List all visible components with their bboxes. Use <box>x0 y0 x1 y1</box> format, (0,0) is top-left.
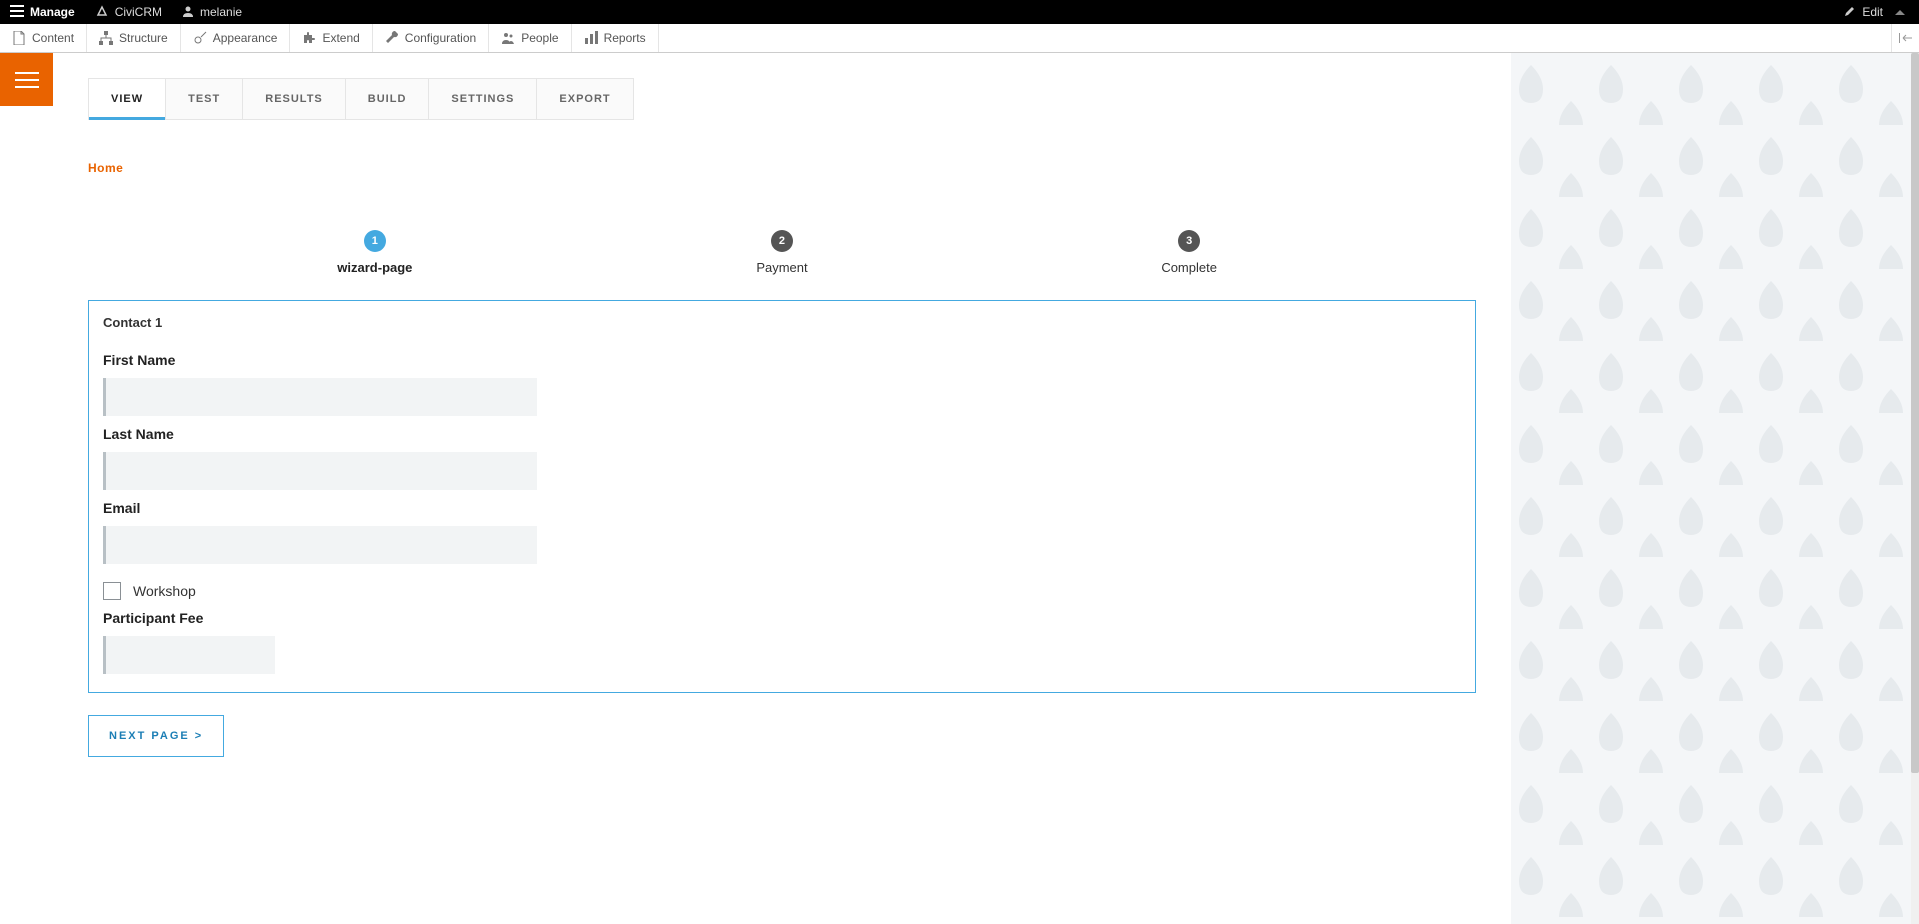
main-viewport: VIEW TEST RESULTS BUILD SETTINGS EXPORT … <box>0 53 1911 924</box>
first-name-input[interactable] <box>103 378 537 416</box>
civicrm-label: CiviCRM <box>115 5 162 19</box>
civicrm-icon <box>95 4 109 21</box>
page-tabs: VIEW TEST RESULTS BUILD SETTINGS EXPORT <box>88 78 634 120</box>
last-name-label: Last Name <box>103 426 1461 442</box>
people-icon <box>501 31 515 45</box>
sitemap-icon <box>99 31 113 45</box>
scrollbar-thumb[interactable] <box>1911 53 1919 773</box>
admin-people[interactable]: People <box>489 24 571 52</box>
wizard-step-2[interactable]: 2 Payment <box>578 230 985 275</box>
tab-view[interactable]: VIEW <box>89 79 166 119</box>
user-label: melanie <box>200 5 242 19</box>
puzzle-icon <box>302 31 316 45</box>
tab-export[interactable]: EXPORT <box>537 79 632 119</box>
civicrm-link[interactable]: CiviCRM <box>85 0 172 24</box>
admin-structure-label: Structure <box>119 31 168 45</box>
user-menu[interactable]: melanie <box>172 0 252 24</box>
contact-fieldset: Contact 1 First Name Last Name Email Wor… <box>88 300 1476 693</box>
workshop-row: Workshop <box>103 582 1461 600</box>
tab-results[interactable]: RESULTS <box>243 79 346 119</box>
fieldset-legend: Contact 1 <box>103 311 1461 342</box>
tab-results-label: RESULTS <box>265 93 323 105</box>
admin-reports-label: Reports <box>604 31 646 45</box>
tab-build[interactable]: BUILD <box>346 79 430 119</box>
tab-export-label: EXPORT <box>559 93 610 105</box>
file-icon <box>12 31 26 45</box>
caret-up-icon <box>1895 10 1905 15</box>
hamburger-icon <box>15 72 39 88</box>
next-page-button[interactable]: NEXT PAGE > <box>88 715 224 757</box>
collapse-toolbar[interactable] <box>1891 24 1919 52</box>
tab-test-label: TEST <box>188 93 220 105</box>
wizard-step-2-label: Payment <box>756 260 807 275</box>
edit-link[interactable]: Edit <box>1844 5 1919 20</box>
wizard-step-3[interactable]: 3 Complete <box>986 230 1393 275</box>
admin-topbar: Manage CiviCRM melanie Edit <box>0 0 1919 24</box>
scrollbar[interactable] <box>1911 53 1919 924</box>
wizard-step-3-num: 3 <box>1178 230 1200 252</box>
next-page-label: NEXT PAGE > <box>109 730 203 742</box>
admin-toolbar: Content Structure Appearance Extend Conf… <box>0 24 1919 53</box>
admin-content[interactable]: Content <box>0 24 87 52</box>
background-pattern <box>1511 53 1911 924</box>
fee-label: Participant Fee <box>103 610 1461 626</box>
email-label: Email <box>103 500 1461 516</box>
paint-icon <box>193 31 207 45</box>
tab-test[interactable]: TEST <box>166 79 243 119</box>
breadcrumb-home[interactable]: Home <box>88 161 123 175</box>
wizard-step-1-num: 1 <box>364 230 386 252</box>
tab-settings-label: SETTINGS <box>451 93 514 105</box>
admin-appearance[interactable]: Appearance <box>181 24 291 52</box>
tab-build-label: BUILD <box>368 93 407 105</box>
admin-content-label: Content <box>32 31 74 45</box>
edit-label: Edit <box>1862 5 1883 19</box>
tab-view-label: VIEW <box>111 93 143 105</box>
sidebar-toggle[interactable] <box>0 53 53 106</box>
workshop-label: Workshop <box>133 583 196 599</box>
admin-configuration[interactable]: Configuration <box>373 24 489 52</box>
admin-configuration-label: Configuration <box>405 31 476 45</box>
admin-extend[interactable]: Extend <box>290 24 372 52</box>
last-name-input[interactable] <box>103 452 537 490</box>
tab-settings[interactable]: SETTINGS <box>429 79 537 119</box>
user-icon <box>182 5 194 20</box>
first-name-label: First Name <box>103 352 1461 368</box>
manage-menu[interactable]: Manage <box>0 0 85 24</box>
admin-extend-label: Extend <box>322 31 359 45</box>
admin-reports[interactable]: Reports <box>572 24 659 52</box>
wizard-progress: 1 wizard-page 2 Payment 3 Complete <box>171 230 1392 275</box>
wizard-step-1[interactable]: 1 wizard-page <box>171 230 578 275</box>
wizard-step-1-label: wizard-page <box>337 260 412 275</box>
email-input[interactable] <box>103 526 537 564</box>
wizard-step-3-label: Complete <box>1161 260 1217 275</box>
manage-label: Manage <box>30 5 75 19</box>
fee-input[interactable] <box>103 636 275 674</box>
main-content: VIEW TEST RESULTS BUILD SETTINGS EXPORT … <box>53 53 1511 797</box>
workshop-checkbox[interactable] <box>103 582 121 600</box>
wrench-icon <box>385 31 399 45</box>
admin-appearance-label: Appearance <box>213 31 278 45</box>
wizard-step-2-num: 2 <box>771 230 793 252</box>
admin-people-label: People <box>521 31 558 45</box>
pencil-icon <box>1844 5 1856 20</box>
chart-icon <box>584 31 598 45</box>
admin-structure[interactable]: Structure <box>87 24 181 52</box>
breadcrumb: Home <box>88 160 1476 175</box>
hamburger-icon <box>10 5 24 20</box>
